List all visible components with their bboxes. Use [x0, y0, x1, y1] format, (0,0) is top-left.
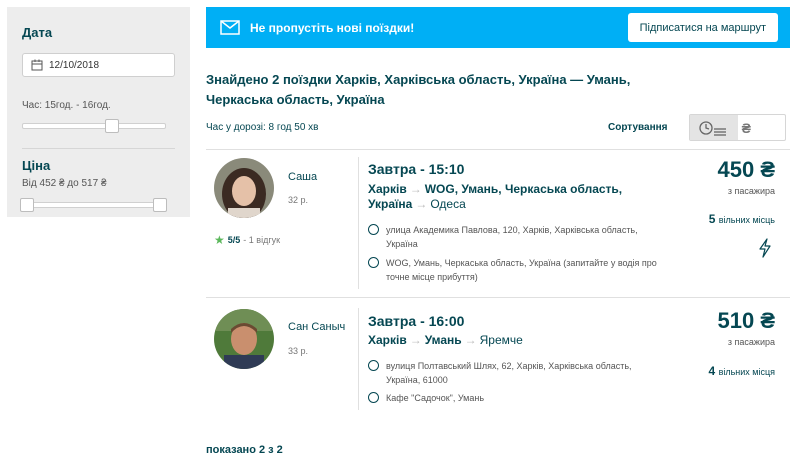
date-value: 12/10/2018	[49, 59, 100, 71]
route-from: Харків	[368, 182, 407, 196]
star-icon: ★	[214, 233, 225, 247]
circle-icon	[368, 224, 379, 235]
circle-icon	[368, 257, 379, 268]
dropoff-point: WOG, Умань, Черкаська область, Україна (…	[368, 256, 663, 284]
driver-age: 32 р.	[288, 195, 309, 205]
sort-toggle: ₴	[689, 114, 786, 141]
subscribe-route-button[interactable]: Підписатися на маршрут	[627, 13, 778, 42]
dropoff-address: WOG, Умань, Черкаська область, Україна (…	[386, 258, 657, 282]
pickup-address: вулиця Полтавський Шлях, 62, Харків, Хар…	[386, 361, 632, 385]
arrow-right-icon: →	[415, 197, 428, 211]
price-label: Ціна	[22, 158, 51, 173]
sort-label: Сортування	[608, 122, 668, 133]
route-extra-destination: Яремче	[479, 333, 523, 347]
trip-price: 450 ₴	[717, 157, 776, 182]
seats-label: вільних місця	[718, 367, 775, 377]
driver-rating: ★ 5/5 - 1 відгук	[214, 233, 280, 247]
time-slider[interactable]	[22, 119, 166, 133]
price-range-text: Від 452 ₴ до 517 ₴	[22, 178, 107, 189]
trip-route: Харків → Умань → Яремче	[368, 333, 678, 348]
route-extra-destination: Одеса	[430, 197, 466, 211]
price-slider[interactable]	[20, 198, 167, 212]
rating-score: 5/5	[227, 235, 241, 245]
results-count: показано 2 з 2	[206, 444, 283, 456]
arrow-right-icon: →	[409, 333, 422, 347]
trip-time: Завтра - 15:10	[368, 161, 465, 177]
trip-card[interactable]: Саша 32 р. ★ 5/5 - 1 відгук Завтра - 15:…	[206, 149, 790, 297]
hryvnia-icon: ₴	[741, 119, 751, 136]
pickup-point: улица Академика Павлова, 120, Харків, Ха…	[368, 223, 663, 251]
trip-route: Харків → WOG, Умань, Черкаська область, Ук…	[368, 182, 678, 212]
seats-available: 5 вільних місць	[709, 212, 775, 226]
card-divider	[358, 157, 359, 289]
seats-number: 5	[708, 212, 716, 226]
arrow-right-icon: →	[464, 333, 477, 347]
price-per-passenger: з пасажира	[727, 186, 775, 196]
pickup-point: вулиця Полтавський Шлях, 62, Харків, Хар…	[368, 359, 663, 387]
date-label: Дата	[22, 25, 53, 40]
calendar-icon	[31, 59, 43, 71]
sidebar-divider	[22, 148, 175, 149]
filter-sidebar: Дата 12/10/2018 Час: 15год. - 16год. Цін…	[7, 7, 190, 217]
avatar	[214, 158, 274, 218]
alert-banner: Не пропустіть нові поїздки! Підписатися …	[206, 7, 790, 48]
seats-label: вільних місць	[718, 215, 775, 225]
banner-text: Не пропустіть нові поїздки!	[250, 20, 415, 35]
seats-available: 4 вільних місця	[709, 364, 775, 378]
avatar	[214, 309, 274, 369]
date-input[interactable]: 12/10/2018	[22, 53, 175, 77]
circle-icon	[368, 392, 379, 403]
dropoff-address: Кафе "Садочок", Умань	[386, 393, 485, 403]
trip-price: 510 ₴	[717, 308, 776, 333]
instant-booking-icon	[758, 238, 772, 261]
mail-icon	[220, 20, 240, 35]
driver-age: 33 р.	[288, 346, 309, 356]
time-slider-handle[interactable]	[105, 119, 119, 133]
dropoff-point: Кафе "Садочок", Умань	[368, 391, 663, 405]
travel-time: Час у дорозі: 8 год 50 хв	[206, 122, 319, 133]
price-per-passenger: з пасажира	[727, 337, 775, 347]
route-to: Умань	[424, 333, 462, 347]
driver-name[interactable]: Саша	[288, 171, 317, 183]
sort-by-price-button[interactable]: ₴	[723, 115, 771, 140]
route-from: Харків	[368, 333, 407, 347]
price-slider-max-handle[interactable]	[153, 198, 167, 212]
price-slider-min-handle[interactable]	[20, 198, 34, 212]
trip-card[interactable]: Сан Саныч 33 р. Завтра - 16:00 Харків → Ум…	[206, 298, 790, 411]
time-range-label: Час: 15год. - 16год.	[22, 100, 111, 111]
rating-reviews: - 1 відгук	[243, 235, 281, 245]
circle-icon	[368, 360, 379, 371]
driver-name[interactable]: Сан Саныч	[288, 321, 345, 333]
trip-time: Завтра - 16:00	[368, 313, 465, 329]
card-divider	[358, 308, 359, 410]
results-title: Знайдено 2 поїздки Харків, Харківська об…	[206, 72, 631, 107]
pickup-address: улица Академика Павлова, 120, Харків, Ха…	[386, 225, 638, 249]
arrow-right-icon: →	[409, 182, 422, 196]
seats-number: 4	[708, 364, 716, 378]
